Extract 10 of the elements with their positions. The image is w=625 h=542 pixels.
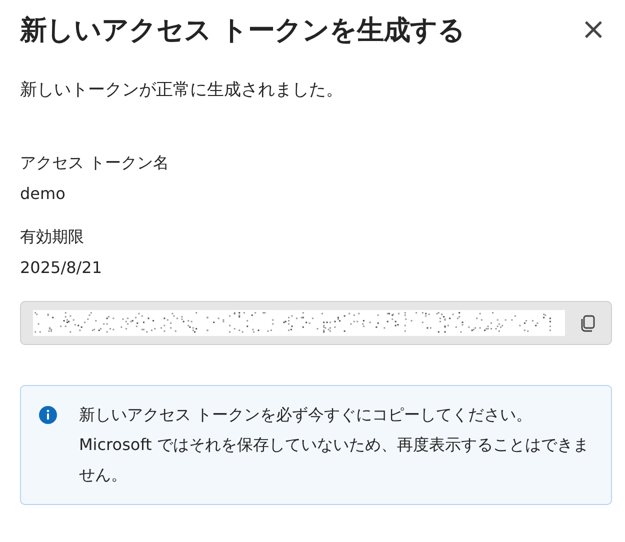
field-value: 2025/8/21 bbox=[20, 258, 104, 277]
info-text: 新しいアクセス トークンを必ず今すぐにコピーしてください。Microsoft ではそれを保存していないため、再度表示することはできません。 bbox=[79, 404, 590, 486]
field-label: アクセス トークン名 bbox=[20, 153, 170, 174]
field-label: 有効期限 bbox=[20, 227, 85, 248]
field-value: demo bbox=[20, 184, 66, 203]
token-field[interactable] bbox=[20, 301, 612, 345]
dialog-title: 新しいアクセス トークンを生成する bbox=[20, 14, 465, 48]
success-message: 新しいトークンが正常に生成されました。 bbox=[20, 79, 344, 101]
info-icon bbox=[39, 406, 57, 424]
close-button[interactable]: × bbox=[574, 15, 612, 45]
